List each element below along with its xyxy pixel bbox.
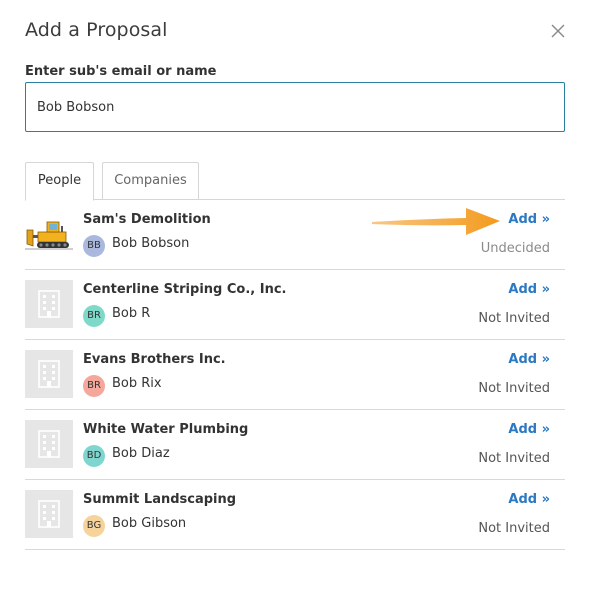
tab-people[interactable]: People	[25, 162, 94, 201]
status-text: Not Invited	[478, 381, 550, 396]
company-name: Evans Brothers Inc.	[83, 352, 226, 367]
building-icon	[25, 350, 73, 398]
add-button[interactable]: Add »	[508, 212, 550, 227]
status-text: Not Invited	[478, 521, 550, 536]
list-item: Sam's Demolition BB Bob Bobson Add » Und…	[25, 200, 565, 270]
add-button[interactable]: Add »	[508, 492, 550, 507]
search-input[interactable]	[25, 82, 565, 132]
avatar: BR	[83, 375, 105, 397]
add-proposal-dialog: Add a Proposal Enter sub's email or name…	[0, 0, 590, 603]
bulldozer-logo	[25, 210, 73, 258]
company-name: Sam's Demolition	[83, 212, 211, 227]
tab-bar: People Companies	[25, 162, 565, 201]
company-name: White Water Plumbing	[83, 422, 249, 437]
avatar: BB	[83, 235, 105, 257]
avatar: BR	[83, 305, 105, 327]
add-button[interactable]: Add »	[508, 422, 550, 437]
status-text: Not Invited	[478, 451, 550, 466]
avatar: BD	[83, 445, 105, 467]
status-text: Undecided	[480, 241, 550, 256]
search-label: Enter sub's email or name	[25, 64, 217, 79]
list-item: Evans Brothers Inc. BR Bob Rix Add » Not…	[25, 340, 565, 410]
dialog-title: Add a Proposal	[25, 19, 168, 41]
tab-companies[interactable]: Companies	[102, 162, 199, 200]
contact-name: Bob Gibson	[112, 516, 187, 531]
add-button[interactable]: Add »	[508, 282, 550, 297]
contact-name: Bob R	[112, 306, 151, 321]
add-button[interactable]: Add »	[508, 352, 550, 367]
company-name: Summit Landscaping	[83, 492, 237, 507]
results-list: Sam's Demolition BB Bob Bobson Add » Und…	[25, 200, 565, 550]
contact-name: Bob Diaz	[112, 446, 170, 461]
building-icon	[25, 490, 73, 538]
contact-name: Bob Bobson	[112, 236, 190, 251]
building-icon	[25, 280, 73, 328]
list-item: Summit Landscaping BG Bob Gibson Add » N…	[25, 480, 565, 550]
building-icon	[25, 420, 73, 468]
contact-name: Bob Rix	[112, 376, 162, 391]
status-text: Not Invited	[478, 311, 550, 326]
avatar: BG	[83, 515, 105, 537]
list-item: White Water Plumbing BD Bob Diaz Add » N…	[25, 410, 565, 480]
list-item: Centerline Striping Co., Inc. BR Bob R A…	[25, 270, 565, 340]
company-name: Centerline Striping Co., Inc.	[83, 282, 287, 297]
close-icon[interactable]	[551, 24, 565, 38]
